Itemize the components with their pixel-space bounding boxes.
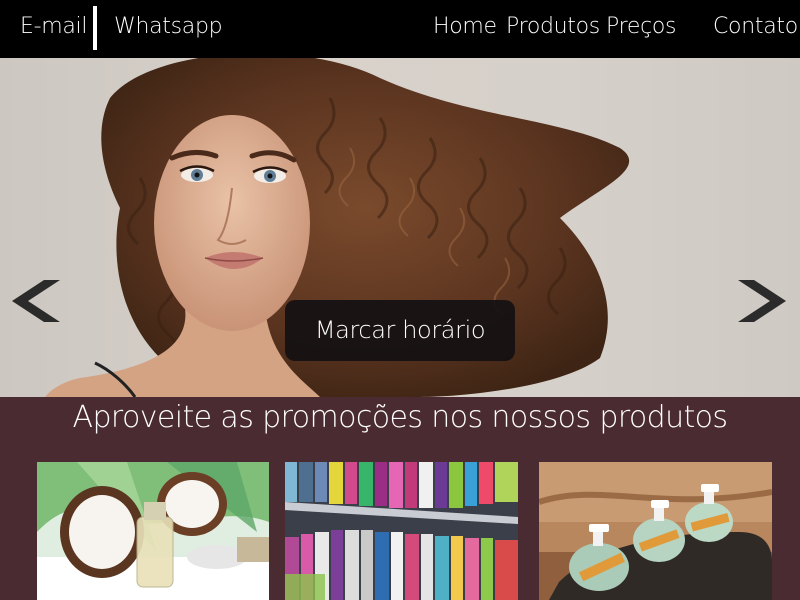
- nav-link-home[interactable]: Home: [433, 14, 497, 39]
- top-navbar: E-mail Whatsapp Home Produtos Preços Con…: [0, 0, 800, 58]
- book-appointment-button[interactable]: Marcar horário: [285, 300, 515, 361]
- nav-link-produtos[interactable]: Produtos: [506, 14, 600, 39]
- product-image-coconut: [37, 462, 269, 600]
- chevron-left-icon: [12, 280, 60, 322]
- nav-divider: [93, 6, 97, 50]
- product-card-dispensers[interactable]: [539, 462, 772, 600]
- promo-section-title: Aproveite as promoções nos nossos produt…: [72, 400, 729, 435]
- nav-link-whatsapp[interactable]: Whatsapp: [114, 14, 223, 39]
- hero-carousel: Marcar horário: [0, 58, 800, 397]
- product-card-coconut[interactable]: [37, 462, 269, 600]
- carousel-prev-button[interactable]: [10, 280, 60, 322]
- nav-link-precos[interactable]: Preços: [606, 14, 677, 39]
- nav-link-email[interactable]: E-mail: [20, 14, 87, 39]
- chevron-right-icon: [738, 280, 786, 322]
- nav-link-contato[interactable]: Contato: [713, 14, 798, 39]
- product-image-dispensers: [539, 462, 772, 600]
- product-card-shelf[interactable]: [285, 462, 518, 600]
- carousel-next-button[interactable]: [738, 280, 788, 322]
- product-image-shelf: [285, 462, 518, 600]
